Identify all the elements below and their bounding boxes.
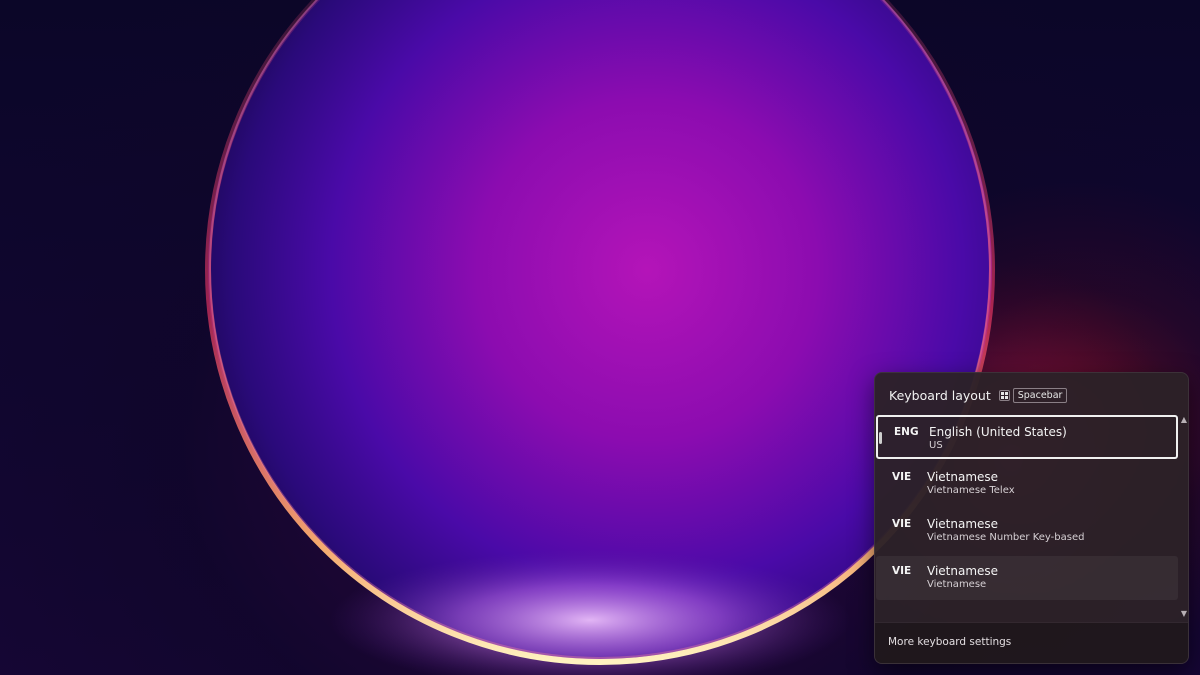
layout-variant: Vietnamese xyxy=(927,579,987,590)
layout-variant: Vietnamese Telex xyxy=(927,485,1015,496)
scroll-up-icon[interactable]: ▲ xyxy=(1180,416,1188,424)
flyout-header: Keyboard layout Spacebar xyxy=(889,386,1068,404)
keyboard-layout-flyout: Keyboard layout Spacebar ENG English (Uni… xyxy=(874,372,1189,664)
scroll-down-icon[interactable]: ▼ xyxy=(1180,610,1188,618)
layout-language: English (United States) xyxy=(929,425,1067,439)
layout-item[interactable]: ENG English (United States) US xyxy=(876,415,1178,459)
windows-logo-icon xyxy=(998,389,1010,401)
layout-language: Vietnamese xyxy=(927,470,999,484)
flyout-title: Keyboard layout xyxy=(889,387,991,403)
layout-code: VIE xyxy=(892,565,912,577)
spacebar-key-badge: Spacebar xyxy=(1012,387,1068,403)
layout-item[interactable]: VIE Vietnamese Vietnamese xyxy=(876,556,1178,600)
flyout-footer: More keyboard settings xyxy=(875,623,1188,663)
layout-variant: Vietnamese Number Key-based xyxy=(927,532,1085,543)
keyboard-layout-list: ENG English (United States) US VIE Vietnames… xyxy=(876,415,1178,605)
layout-variant: US xyxy=(929,440,943,451)
layout-item[interactable]: VIE Vietnamese Vietnamese Telex xyxy=(876,462,1178,506)
layout-code: VIE xyxy=(892,471,912,483)
selection-indicator xyxy=(879,432,882,444)
layout-code: VIE xyxy=(892,518,912,530)
more-keyboard-settings-link[interactable]: More keyboard settings xyxy=(888,636,1011,648)
layout-language: Vietnamese xyxy=(927,564,999,578)
layout-language: Vietnamese xyxy=(927,517,999,531)
layout-code: ENG xyxy=(894,426,919,438)
layout-item[interactable]: VIE Vietnamese Vietnamese Number Key-based xyxy=(876,509,1178,553)
